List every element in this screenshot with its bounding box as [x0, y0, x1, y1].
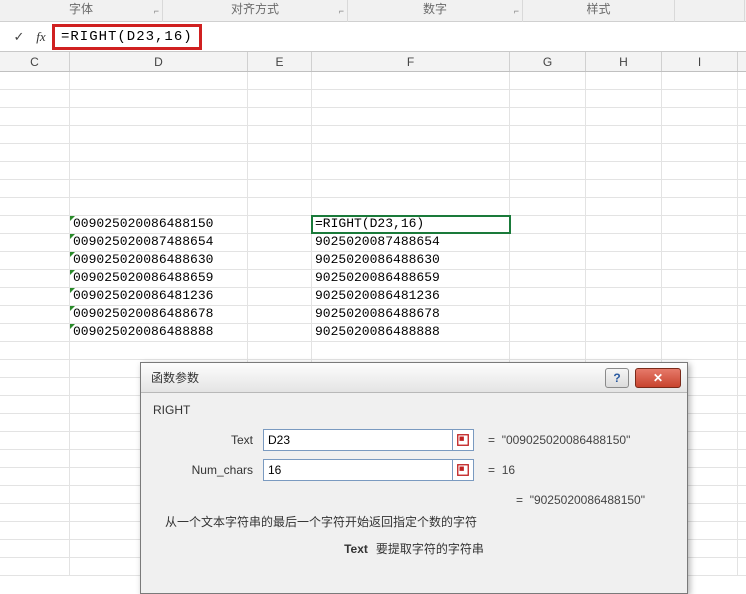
dialog-launcher-icon[interactable]: ⌐ — [514, 2, 519, 20]
arg-description: Text要提取字符的字符串 — [153, 540, 675, 557]
cell[interactable]: 009025020086488630 — [70, 252, 248, 269]
table-row: 009025020087488654 9025020087488654 — [0, 234, 746, 252]
cell[interactable]: 009025020086488659 — [70, 270, 248, 287]
close-button[interactable]: ✕ — [635, 368, 681, 388]
column-header[interactable]: F — [312, 52, 510, 71]
accept-icon[interactable]: ✓ — [8, 29, 30, 45]
arg-label: Num_chars — [153, 463, 263, 477]
table-row: 009025020086488630 9025020086488630 — [0, 252, 746, 270]
table-row: 009025020086488888 9025020086488888 — [0, 324, 746, 342]
ribbon-group-styles: 样式 — [523, 0, 675, 22]
ribbon-group-label: 样式 — [586, 2, 610, 16]
formula-bar: ✓ fx =RIGHT(D23,16) — [0, 22, 746, 52]
cell[interactable]: 009025020086488888 — [70, 324, 248, 341]
function-arguments-dialog: 函数参数 ? ✕ RIGHT Text = "00902502008648815… — [140, 362, 688, 594]
arg-text-input[interactable] — [263, 429, 453, 451]
column-header[interactable]: E — [248, 52, 312, 71]
formula-input-highlight[interactable]: =RIGHT(D23,16) — [52, 24, 202, 50]
dialog-title: 函数参数 — [151, 369, 605, 386]
range-picker-icon[interactable] — [452, 459, 474, 481]
ribbon-group-number: 数字 ⌐ — [348, 0, 523, 22]
function-name: RIGHT — [153, 403, 675, 417]
cell[interactable]: 009025020086488678 — [70, 306, 248, 323]
dialog-launcher-icon[interactable]: ⌐ — [154, 2, 159, 20]
cell[interactable]: 9025020087488654 — [312, 234, 510, 251]
table-row: 009025020086488678 9025020086488678 — [0, 306, 746, 324]
cell[interactable]: 9025020086481236 — [312, 288, 510, 305]
arg-label: Text — [153, 433, 263, 447]
arg-row-numchars: Num_chars = 16 — [153, 457, 675, 483]
ribbon-group-truncated — [675, 0, 745, 22]
cell[interactable]: 9025020086488678 — [312, 306, 510, 323]
ribbon-group-label: 对齐方式 — [231, 2, 279, 16]
ribbon-group-alignment: 对齐方式 ⌐ — [163, 0, 348, 22]
column-headers: C D E F G H I — [0, 52, 746, 72]
dialog-launcher-icon[interactable]: ⌐ — [339, 2, 344, 20]
function-result: = "9025020086488150" — [153, 493, 675, 507]
arg-row-text: Text = "009025020086488150" — [153, 427, 675, 453]
table-row: 009025020086488659 9025020086488659 — [0, 270, 746, 288]
cell[interactable]: 009025020086481236 — [70, 288, 248, 305]
cell[interactable]: 9025020086488888 — [312, 324, 510, 341]
cell[interactable]: 9025020086488659 — [312, 270, 510, 287]
ribbon-group-label: 数字 — [423, 2, 447, 16]
table-row: 009025020086481236 9025020086481236 — [0, 288, 746, 306]
dialog-titlebar[interactable]: 函数参数 ? ✕ — [141, 363, 687, 393]
column-header[interactable]: D — [70, 52, 248, 71]
arg-numchars-input[interactable] — [263, 459, 453, 481]
arg-resolved: = 16 — [488, 463, 515, 477]
column-header[interactable]: G — [510, 52, 586, 71]
table-row: 009025020086488150 =RIGHT(D23,16) — [0, 216, 746, 234]
ribbon-group-font: 字体 ⌐ — [0, 0, 163, 22]
arg-resolved: = "009025020086488150" — [488, 433, 630, 447]
function-description: 从一个文本字符串的最后一个字符开始返回指定个数的字符 — [165, 513, 675, 530]
column-header[interactable]: H — [586, 52, 662, 71]
column-header[interactable]: C — [0, 52, 70, 71]
help-button[interactable]: ? — [605, 368, 629, 388]
cell[interactable]: 9025020086488630 — [312, 252, 510, 269]
fx-icon[interactable]: fx — [30, 29, 52, 45]
active-cell[interactable]: =RIGHT(D23,16) — [312, 216, 510, 233]
ribbon-group-label: 字体 — [69, 2, 93, 16]
ribbon-groups: 字体 ⌐ 对齐方式 ⌐ 数字 ⌐ 样式 — [0, 0, 746, 22]
cell[interactable]: 009025020086488150 — [70, 216, 248, 233]
column-header[interactable]: I — [662, 52, 738, 71]
cell[interactable]: 009025020087488654 — [70, 234, 248, 251]
range-picker-icon[interactable] — [452, 429, 474, 451]
dialog-body: RIGHT Text = "009025020086488150" Num_ch… — [141, 393, 687, 567]
